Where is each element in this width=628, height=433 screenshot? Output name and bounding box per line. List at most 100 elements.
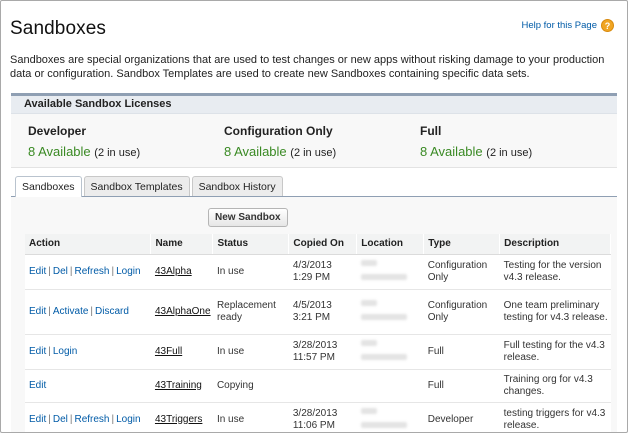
license-available-count: 8 Available — [224, 144, 287, 159]
column-header-type: Type — [423, 234, 501, 255]
type-cell: Configuration Only — [423, 289, 500, 335]
page-title: Sandboxes — [10, 18, 106, 39]
help-link-label[interactable]: Help for this Page — [521, 20, 597, 31]
discard-link[interactable]: Discard — [95, 306, 129, 317]
license-in-use: (2 in use) — [486, 147, 533, 159]
intro-text: Sandboxes are special organizations that… — [10, 54, 605, 80]
description-cell: testing triggers for v4.3 release. — [499, 402, 611, 432]
type-cell: Developer — [423, 402, 500, 432]
sandbox-name-link[interactable]: 43Alpha — [155, 266, 192, 277]
name-cell: 43Full — [150, 334, 213, 370]
tab-sandboxes[interactable]: Sandboxes — [15, 176, 82, 197]
activate-link[interactable]: Activate — [53, 306, 89, 317]
question-mark-icon[interactable]: ? — [601, 19, 614, 32]
action-cell: Edit | Del | Refresh | Login — [25, 402, 151, 432]
sandbox-name-link[interactable]: 43AlphaOne — [155, 306, 211, 317]
column-header-copied-on: Copied On — [288, 234, 358, 255]
copied-on-cell: 3/28/2013 11:57 PM — [288, 334, 357, 370]
copied-on-cell: 4/3/2013 1:29 PM — [288, 254, 357, 290]
copied-on-cell — [288, 369, 357, 403]
license-available-count: 8 Available — [420, 144, 483, 159]
license-available: 8 Available (2 in use) — [28, 144, 140, 159]
sandbox-table: Action Name Status Copied On Location Ty… — [25, 234, 611, 432]
license-available: 8 Available (2 in use) — [224, 144, 336, 159]
copied-time: 3:21 PM — [292, 311, 331, 323]
table-header-row: Action Name Status Copied On Location Ty… — [25, 234, 611, 255]
copied-time: 11:57 PM — [292, 351, 335, 363]
del-link[interactable]: Del — [53, 414, 68, 425]
copied-time: 11:06 PM — [292, 419, 335, 431]
copied-date: 4/5/2013 — [292, 299, 332, 311]
tab-sandbox-templates[interactable]: Sandbox Templates — [83, 176, 190, 196]
sandbox-name-link[interactable]: 43Training — [155, 380, 202, 391]
edit-link[interactable]: Edit — [29, 266, 46, 277]
column-header-description: Description — [499, 234, 611, 255]
edit-link[interactable]: Edit — [29, 306, 46, 317]
help-link[interactable]: Help for this Page ? — [521, 19, 614, 32]
edit-link[interactable]: Edit — [29, 346, 46, 357]
sandbox-name-link[interactable]: 43Full — [155, 346, 182, 357]
sandbox-licenses-panel: Available Sandbox Licenses Developer 8 A… — [11, 93, 617, 168]
action-cell: Edit | Del | Refresh | Login — [25, 254, 151, 290]
type-cell: Configuration Only — [423, 254, 500, 290]
action-cell: Edit — [25, 369, 151, 403]
tab-bar: Sandboxes Sandbox Templates Sandbox Hist… — [15, 176, 285, 197]
del-link[interactable]: Del — [53, 266, 68, 277]
status-cell: In use — [212, 254, 289, 290]
copied-date: 3/28/2013 — [292, 339, 338, 351]
description-cell: Full testing for the v4.3 release. — [499, 334, 611, 370]
license-configuration-only: Configuration Only 8 Available (2 in use… — [224, 124, 336, 159]
description-cell: Training org for v4.3 changes. — [499, 369, 611, 403]
status-cell: In use — [212, 334, 289, 370]
location-cell-redacted — [356, 289, 424, 335]
name-cell: 43Training — [150, 369, 213, 403]
refresh-link[interactable]: Refresh — [74, 266, 109, 277]
copied-time: 1:29 PM — [292, 271, 331, 283]
table-row: Edit | Del | Refresh | Login 43Alpha In use 4/… — [25, 254, 611, 290]
column-header-name: Name — [150, 234, 214, 255]
edit-link[interactable]: Edit — [29, 380, 46, 391]
action-cell: Edit | Login — [25, 334, 151, 370]
table-row: Edit 43Training Copying Full Training or… — [25, 369, 611, 403]
license-name: Full — [420, 124, 442, 138]
name-cell: 43Triggers — [150, 402, 213, 432]
copied-on-cell: 3/28/2013 11:06 PM — [288, 402, 357, 432]
license-available-count: 8 Available — [28, 144, 91, 159]
sandbox-name-link[interactable]: 43Triggers — [155, 414, 202, 425]
copied-date: 3/28/2013 — [292, 407, 338, 419]
status-cell: Copying — [212, 369, 289, 403]
copied-on-cell: 4/5/2013 3:21 PM — [288, 289, 357, 335]
license-developer: Developer 8 Available (2 in use) — [28, 124, 140, 159]
login-link[interactable]: Login — [116, 414, 140, 425]
table-row: Edit | Del | Refresh | Login 43Triggers In use… — [25, 402, 611, 432]
license-name: Developer — [28, 124, 87, 138]
type-cell: Full — [423, 369, 500, 403]
licenses-header: Available Sandbox Licenses — [11, 96, 617, 114]
column-header-status: Status — [212, 234, 290, 255]
description-cell: One team preliminary testing for v4.3 re… — [499, 289, 611, 335]
name-cell: 43AlphaOne — [150, 289, 213, 335]
refresh-link[interactable]: Refresh — [74, 414, 109, 425]
location-cell-redacted — [356, 402, 424, 432]
column-header-action: Action — [25, 234, 152, 255]
tab-sandbox-history[interactable]: Sandbox History — [191, 176, 283, 196]
name-cell: 43Alpha — [150, 254, 213, 290]
status-cell: Replacement ready — [212, 289, 289, 335]
column-header-location: Location — [356, 234, 425, 255]
action-cell: Edit | Activate | Discard — [25, 289, 151, 335]
login-link[interactable]: Login — [116, 266, 140, 277]
license-in-use: (2 in use) — [94, 147, 141, 159]
copied-date: 4/3/2013 — [292, 259, 332, 271]
type-cell: Full — [423, 334, 500, 370]
new-sandbox-button[interactable]: New Sandbox — [208, 208, 288, 227]
table-row: Edit | Login 43Full In use 3/28/2013 11:57 … — [25, 334, 611, 370]
table-row: Edit | Activate | Discard 43AlphaOne Replace… — [25, 289, 611, 335]
location-cell — [356, 369, 424, 403]
edit-link[interactable]: Edit — [29, 414, 46, 425]
description-cell: Testing for the version v4.3 release. — [499, 254, 611, 290]
login-link[interactable]: Login — [53, 346, 77, 357]
license-available: 8 Available (2 in use) — [420, 144, 532, 159]
sandboxes-page: Sandboxes Help for this Page ? Sandboxes… — [0, 0, 628, 433]
location-cell-redacted — [356, 334, 424, 370]
location-cell-redacted — [356, 254, 424, 290]
